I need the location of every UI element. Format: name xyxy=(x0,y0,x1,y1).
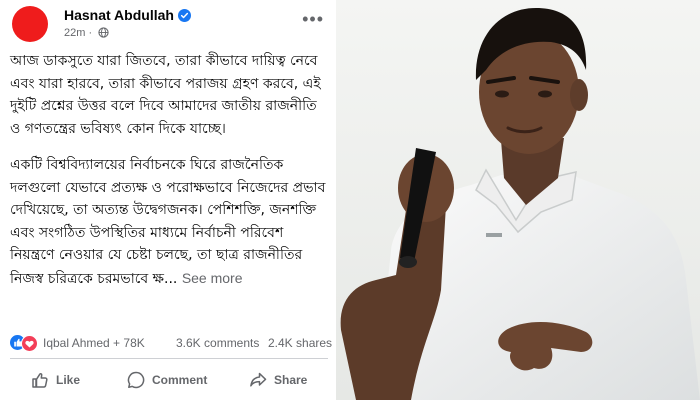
globe-icon xyxy=(98,27,109,41)
separator-dot: · xyxy=(88,27,93,39)
author-name-text[interactable]: Hasnat Abdullah xyxy=(64,7,174,23)
post-paragraph-1: আজ ডাকসুতে যারা জিতবে, তারা কীভাবে দায়ি… xyxy=(10,53,321,137)
comment-icon xyxy=(127,371,145,389)
post-paragraph-2-text: একটি বিশ্ববিদ্যালয়ের নির্বাচনকে ঘিরে রা… xyxy=(10,157,326,287)
verified-badge-icon xyxy=(177,9,191,25)
post-paragraph-2: একটি বিশ্ববিদ্যালয়ের নির্বাচনকে ঘিরে রা… xyxy=(10,154,330,290)
like-button-label: Like xyxy=(56,373,81,387)
shares-count[interactable]: 2.4K shares xyxy=(268,336,332,350)
speaker-photo-illustration xyxy=(336,0,700,400)
comment-button-label: Comment xyxy=(152,373,208,387)
reactions-summary[interactable]: Iqbal Ahmed + 78K xyxy=(43,336,145,350)
author-name[interactable]: Hasnat Abdullah xyxy=(64,7,191,25)
author-avatar[interactable] xyxy=(12,6,48,42)
reaction-icons[interactable] xyxy=(10,335,42,352)
like-button[interactable]: Like xyxy=(30,364,80,396)
comment-button[interactable]: Comment xyxy=(126,364,207,396)
post-actions: Like Comment Share xyxy=(0,364,336,396)
share-button[interactable]: Share xyxy=(248,364,307,396)
more-options-icon[interactable]: ••• xyxy=(302,10,324,28)
facebook-post: Hasnat Abdullah 22m · ••• আজ ডাকসুতে যার… xyxy=(0,0,336,400)
post-body: আজ ডাকসুতে যারা জিতবে, তারা কীভাবে দায়ি… xyxy=(10,50,330,304)
share-icon xyxy=(250,372,267,387)
reactions-bar: Iqbal Ahmed + 78K 3.6K comments 2.4K sha… xyxy=(10,334,332,352)
love-reaction-icon xyxy=(21,335,38,352)
share-button-label: Share xyxy=(274,373,308,387)
thumbs-up-icon xyxy=(32,372,48,388)
see-more-link[interactable]: See more xyxy=(182,270,243,286)
post-meta: 22m · xyxy=(64,27,109,41)
comments-count[interactable]: 3.6K comments xyxy=(176,336,259,350)
speaker-photo xyxy=(336,0,700,400)
post-time[interactable]: 22m xyxy=(64,27,85,39)
post-header: Hasnat Abdullah 22m · ••• xyxy=(8,4,330,42)
actions-divider xyxy=(10,358,328,359)
